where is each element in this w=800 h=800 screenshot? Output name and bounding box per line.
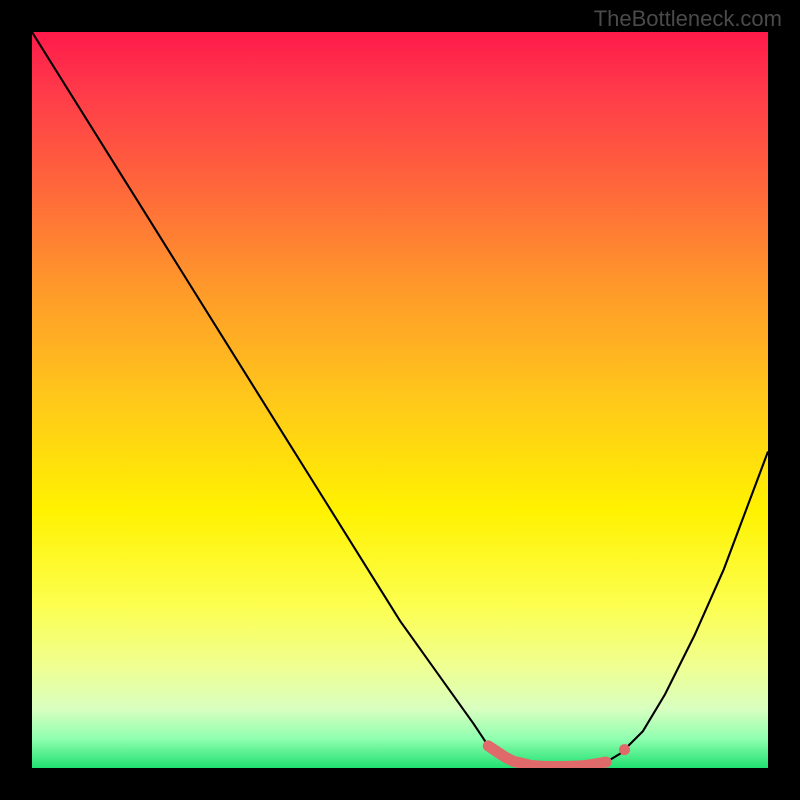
chart-plot-area	[32, 32, 768, 768]
bottleneck-curve	[32, 32, 768, 767]
watermark-text: TheBottleneck.com	[594, 6, 782, 32]
optimal-highlight-end-dot	[619, 744, 630, 755]
optimal-highlight	[488, 746, 606, 767]
chart-svg	[32, 32, 768, 768]
